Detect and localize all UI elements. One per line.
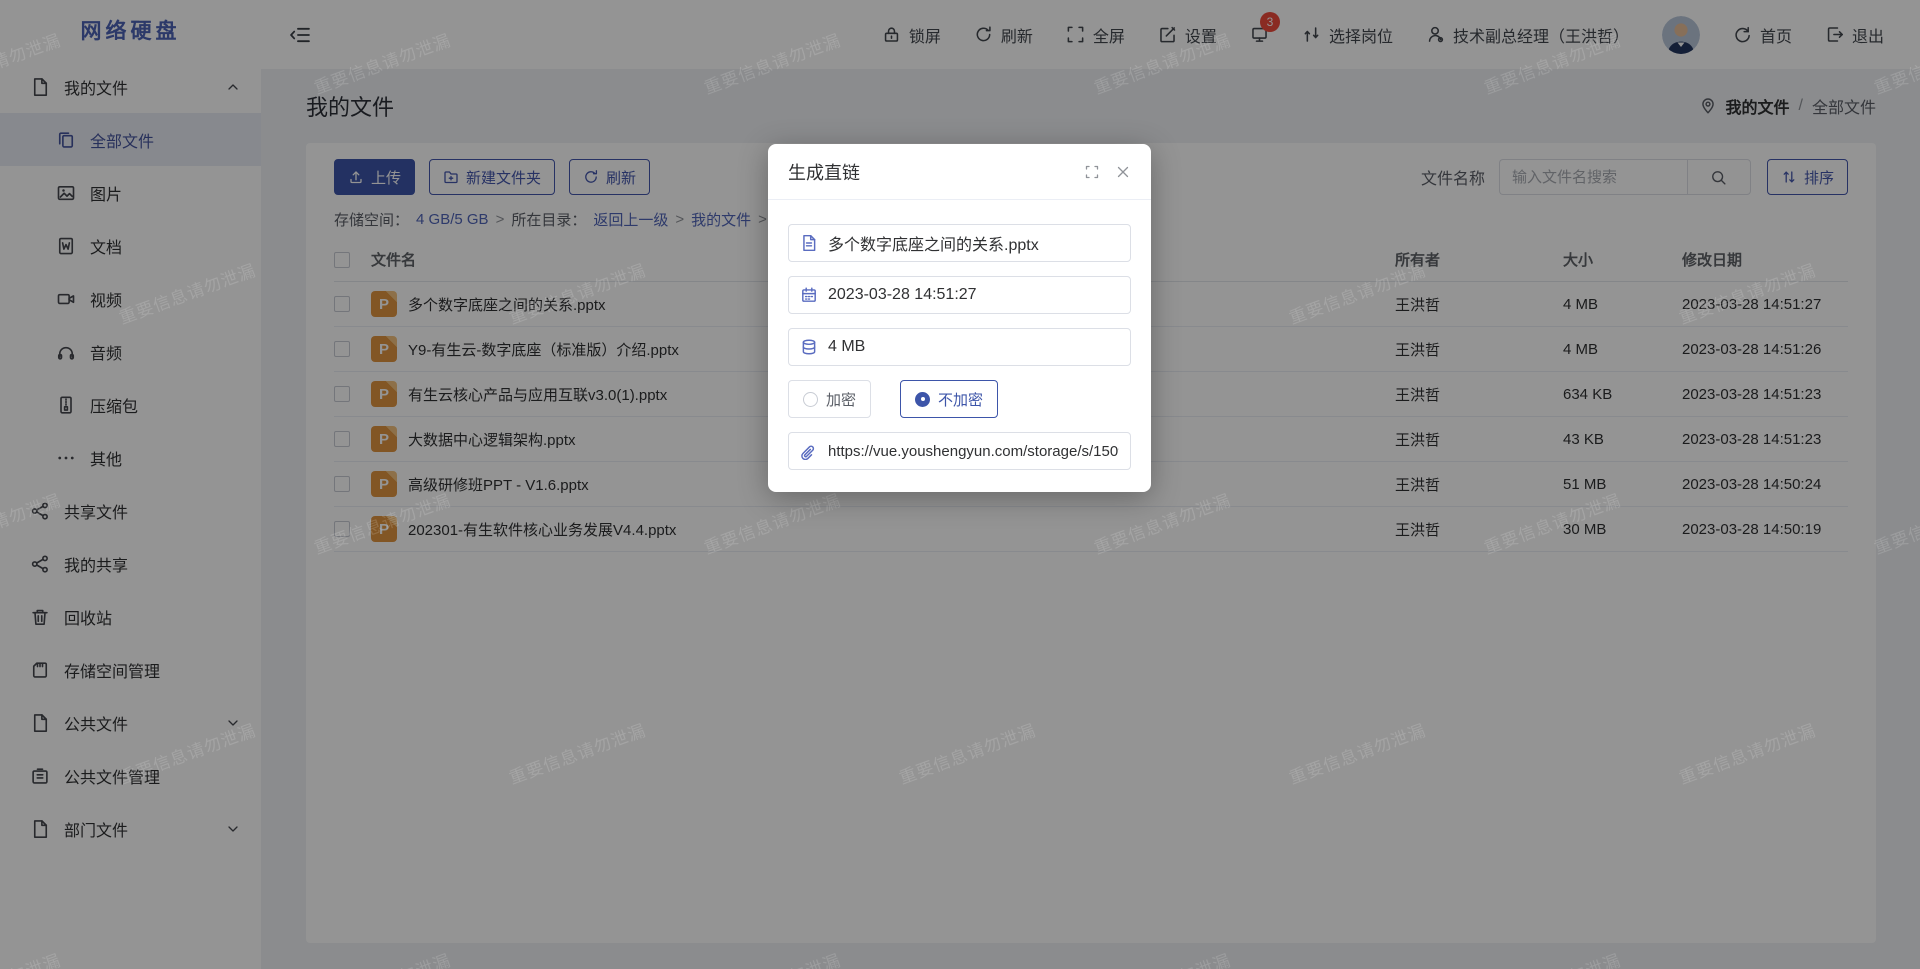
database-icon [800, 338, 818, 356]
file-size-value: 4 MB [828, 338, 865, 356]
encrypt-label: 加密 [826, 389, 856, 410]
file-name-field[interactable]: 多个数字底座之间的关系.pptx [788, 224, 1131, 262]
radio-off-icon [803, 392, 818, 407]
encryption-options: 加密 不加密 [788, 380, 1131, 418]
generate-link-dialog: 生成直链 多个数字底座之间的关系.pptx 2023-03-28 14:51:2… [768, 144, 1151, 492]
no-encrypt-radio[interactable]: 不加密 [900, 380, 998, 418]
close-icon[interactable] [1115, 164, 1131, 180]
dialog-body: 多个数字底座之间的关系.pptx 2023-03-28 14:51:27 4 M… [768, 200, 1151, 490]
dialog-title: 生成直链 [788, 159, 860, 185]
file-size-field[interactable]: 4 MB [788, 328, 1131, 366]
file-name-value: 多个数字底座之间的关系.pptx [828, 231, 1039, 255]
dialog-header: 生成直链 [768, 144, 1151, 200]
direct-link-input[interactable] [828, 443, 1119, 460]
encrypt-radio[interactable]: 加密 [788, 380, 871, 418]
app-window: 网络硬盘 我的文件全部文件图片文档视频音频压缩包其他共享文件我的共享回收站存储空… [0, 0, 1920, 969]
direct-link-field [788, 432, 1131, 470]
calendar-icon [800, 286, 818, 304]
radio-on-icon [915, 392, 930, 407]
file-date-value: 2023-03-28 14:51:27 [828, 286, 977, 304]
file-doc-icon [800, 234, 818, 252]
no-encrypt-label: 不加密 [938, 389, 983, 410]
link-icon [800, 442, 818, 460]
file-date-field[interactable]: 2023-03-28 14:51:27 [788, 276, 1131, 314]
dialog-fullscreen-icon[interactable] [1084, 164, 1100, 180]
